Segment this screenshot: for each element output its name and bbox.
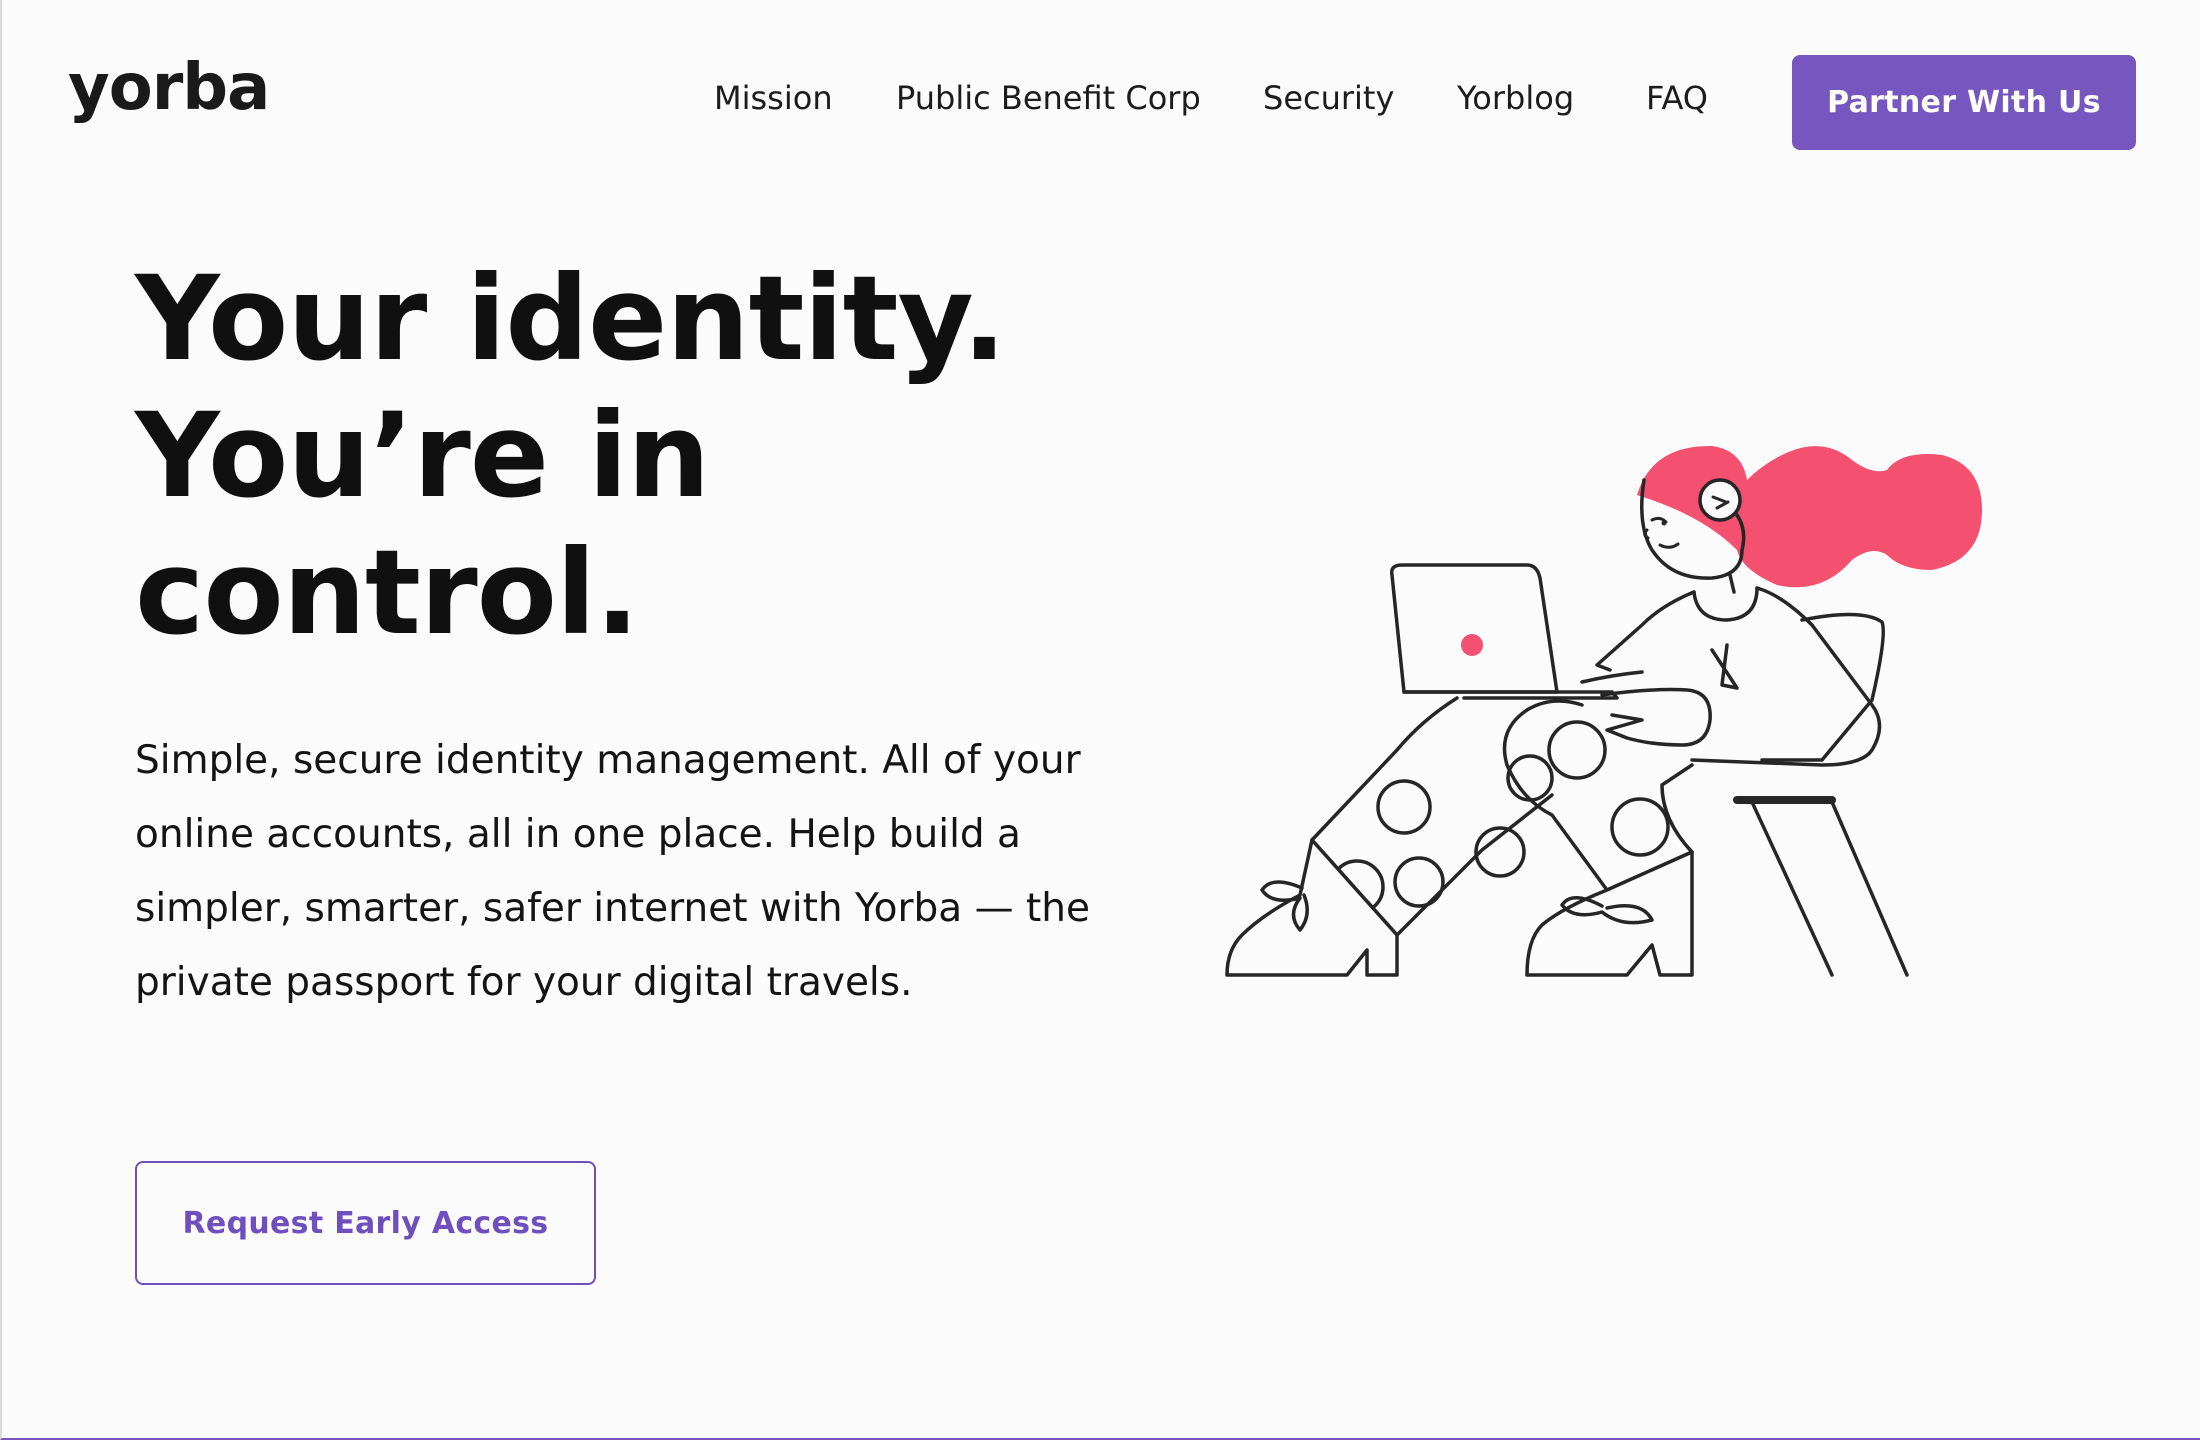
woman-with-laptop-illustration [1182, 420, 2062, 1000]
hero-headline-line-2: You’re in [135, 387, 710, 524]
nav-link-mission[interactable]: Mission [714, 82, 833, 114]
torso-shape [1595, 573, 1882, 767]
hero-headline: Your identity. You’re in control. [135, 250, 1007, 661]
page: yorba Mission Public Benefit Corp Securi… [0, 0, 2200, 1440]
hair-shape [1637, 445, 1982, 588]
nav-link-public-benefit-corp[interactable]: Public Benefit Corp [896, 82, 1201, 114]
hero-headline-line-3: control. [135, 524, 640, 661]
request-early-access-button[interactable]: Request Early Access [135, 1161, 596, 1285]
right-boot-shape [1525, 850, 1694, 977]
hero-headline-line-1: Your identity. [135, 250, 1007, 387]
nav-link-security[interactable]: Security [1263, 82, 1394, 114]
left-boot-shape [1225, 838, 1399, 977]
hero-subcopy: Simple, secure identity management. All … [135, 738, 1091, 1005]
nav-link-faq[interactable]: FAQ [1646, 82, 1708, 114]
chair-shape [1733, 612, 1909, 977]
illustration-svg [1225, 445, 1982, 977]
nav-link-yorblog[interactable]: Yorblog [1457, 82, 1574, 114]
partner-with-us-button[interactable]: Partner With Us [1792, 55, 2136, 150]
laptop-shape [1389, 563, 1619, 700]
brand-logo[interactable]: yorba [68, 56, 270, 120]
